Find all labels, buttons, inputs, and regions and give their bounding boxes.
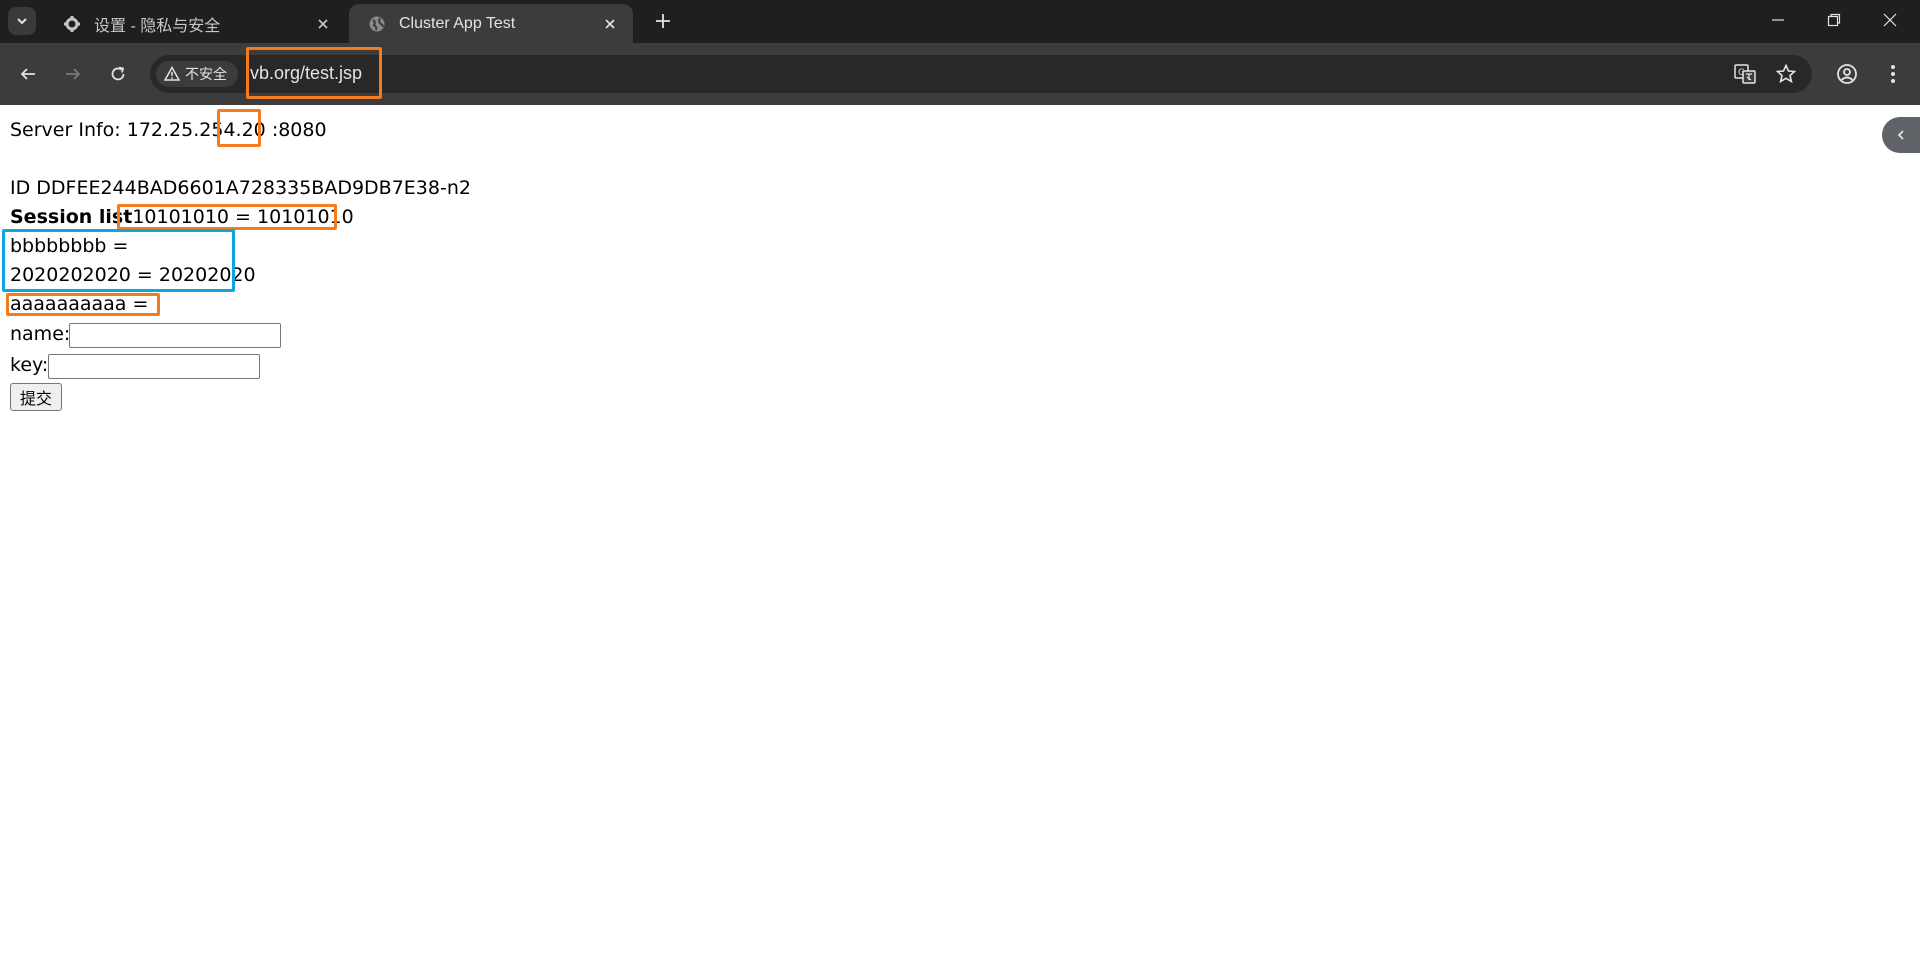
browser-toolbar: 不安全 vb.org/test.jsp G [0, 43, 1920, 105]
address-bar[interactable]: 不安全 vb.org/test.jsp G [150, 55, 1812, 93]
back-button[interactable] [15, 61, 41, 87]
chevron-left-icon [1897, 130, 1904, 140]
url-text[interactable]: vb.org/test.jsp [250, 63, 362, 84]
session-entry: aaaaaaaaaa = [10, 293, 149, 315]
arrow-right-icon [66, 68, 81, 80]
forward-button[interactable] [60, 61, 86, 87]
reload-icon [111, 66, 125, 81]
server-info-host-suffix: .20 [235, 119, 266, 141]
new-tab-button[interactable] [651, 9, 675, 33]
tab-strip: 设置 - 隐私与安全 Cluster App Test [0, 0, 1920, 43]
close-window-button[interactable] [1876, 8, 1904, 32]
tab-title: 设置 - 隐私与安全 [94, 17, 221, 35]
session-entry: 10101010 = 10101010 [132, 206, 354, 228]
chevron-down-icon [17, 18, 27, 25]
submit-button[interactable]: 提交 [10, 383, 62, 411]
close-icon[interactable] [599, 13, 621, 35]
arrow-left-icon [20, 68, 35, 80]
session-entry: bbbbbbbb = [10, 235, 129, 257]
more-vert-icon [1891, 65, 1895, 83]
globe-icon [367, 14, 387, 34]
key-label: key: [10, 354, 49, 376]
name-label: name: [10, 323, 71, 345]
session-list-label: Session list [10, 206, 133, 228]
plus-icon [656, 14, 670, 28]
page-content: Server Info: 172.25.254.20 :8080 ID DDFE… [0, 105, 1920, 962]
gear-icon [62, 14, 82, 34]
name-field[interactable] [69, 323, 281, 348]
server-info-port: :8080 [271, 119, 327, 141]
tab-cluster-app-test[interactable]: Cluster App Test [349, 4, 633, 43]
bookmark-star-icon[interactable] [1774, 62, 1798, 86]
reload-button[interactable] [105, 61, 131, 87]
restore-button[interactable] [1820, 8, 1848, 32]
tab-title: Cluster App Test [399, 14, 516, 32]
warning-icon [164, 66, 180, 81]
account-icon [1837, 64, 1857, 84]
session-entry: 2020202020 = 20202020 [10, 264, 256, 286]
session-list-row: Session list10101010 = 10101010 [10, 205, 354, 229]
side-panel-toggle[interactable] [1882, 117, 1920, 153]
close-icon[interactable] [312, 13, 334, 35]
restore-icon [1827, 13, 1841, 27]
server-info-prefix: Server Info: 172.25.254 [10, 119, 236, 141]
minimize-icon [1772, 19, 1784, 21]
security-chip[interactable]: 不安全 [156, 61, 238, 87]
profile-button[interactable] [1834, 61, 1860, 87]
menu-button[interactable] [1880, 61, 1906, 87]
server-info: Server Info: 172.25.254.20 :8080 [10, 118, 327, 142]
translate-icon[interactable]: G [1733, 62, 1757, 86]
tab-search-button[interactable] [8, 7, 36, 35]
tab-settings[interactable]: 设置 - 隐私与安全 [44, 4, 346, 43]
key-field[interactable] [48, 354, 260, 379]
session-id: ID DDFEE244BAD6601A728335BAD9DB7E38-n2 [10, 177, 471, 199]
close-icon [1883, 13, 1897, 27]
security-label: 不安全 [185, 66, 227, 82]
minimize-button[interactable] [1764, 8, 1792, 32]
